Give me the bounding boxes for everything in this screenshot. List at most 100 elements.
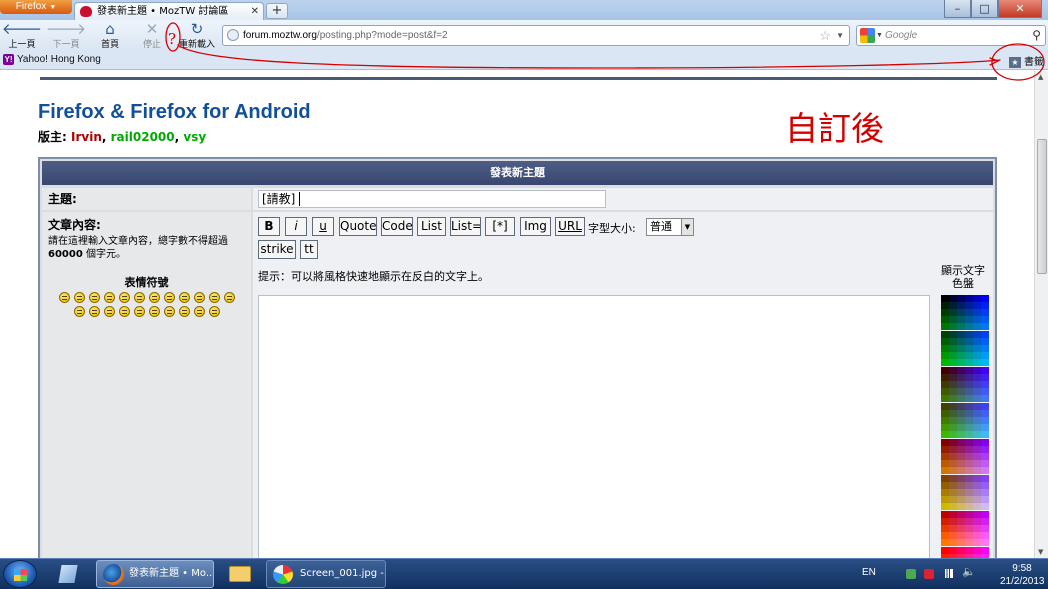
palette-swatch[interactable]: [957, 467, 965, 474]
palette-swatch[interactable]: [949, 439, 957, 446]
palette-swatch[interactable]: [973, 525, 981, 532]
palette-swatch[interactable]: [941, 424, 949, 431]
palette-swatch[interactable]: [981, 302, 989, 309]
palette-swatch[interactable]: [965, 403, 973, 410]
smiley-icon[interactable]: [119, 306, 130, 317]
palette-swatch[interactable]: [981, 323, 989, 330]
palette-swatch[interactable]: [973, 316, 981, 323]
palette-swatch[interactable]: [957, 295, 965, 302]
smiley-icon[interactable]: [74, 306, 85, 317]
palette-swatch[interactable]: [965, 439, 973, 446]
smiley-icon[interactable]: [194, 292, 205, 303]
palette-swatch[interactable]: [965, 381, 973, 388]
bookmark-star-icon[interactable]: ☆: [819, 26, 831, 45]
palette-swatch[interactable]: [981, 539, 989, 546]
palette-swatch[interactable]: [981, 511, 989, 518]
palette-swatch[interactable]: [973, 446, 981, 453]
palette-swatch[interactable]: [949, 323, 957, 330]
palette-swatch[interactable]: [941, 381, 949, 388]
search-icon[interactable]: ⚲: [1032, 26, 1041, 45]
palette-swatch[interactable]: [941, 467, 949, 474]
palette-swatch[interactable]: [949, 424, 957, 431]
url-button[interactable]: URL: [555, 217, 585, 236]
palette-swatch[interactable]: [965, 489, 973, 496]
palette-swatch[interactable]: [965, 395, 973, 402]
palette-swatch[interactable]: [965, 446, 973, 453]
smiley-icon[interactable]: [134, 306, 145, 317]
palette-swatch[interactable]: [941, 518, 949, 525]
forward-button[interactable]: 🡒 下一頁: [44, 21, 88, 50]
palette-swatch[interactable]: [965, 367, 973, 374]
palette-swatch[interactable]: [957, 475, 965, 482]
palette-swatch[interactable]: [965, 374, 973, 381]
palette-swatch[interactable]: [957, 511, 965, 518]
palette-swatch[interactable]: [981, 446, 989, 453]
palette-swatch[interactable]: [957, 547, 965, 554]
palette-swatch[interactable]: [949, 475, 957, 482]
search-engine-dropdown-icon[interactable]: ▼: [876, 26, 883, 45]
language-indicator[interactable]: EN: [862, 567, 876, 578]
palette-swatch[interactable]: [949, 345, 957, 352]
bookmark-yahoo-hong-kong[interactable]: Y! Yahoo! Hong Kong: [3, 54, 101, 65]
code-button[interactable]: Code: [381, 217, 413, 236]
palette-swatch[interactable]: [973, 374, 981, 381]
palette-swatch[interactable]: [949, 302, 957, 309]
palette-swatch[interactable]: [981, 295, 989, 302]
palette-swatch[interactable]: [965, 352, 973, 359]
palette-swatch[interactable]: [941, 496, 949, 503]
palette-swatch[interactable]: [981, 496, 989, 503]
underline-button[interactable]: u: [312, 217, 334, 236]
palette-swatch[interactable]: [957, 424, 965, 431]
network-signal-icon[interactable]: [943, 569, 953, 578]
palette-swatch[interactable]: [941, 403, 949, 410]
palette-swatch[interactable]: [949, 403, 957, 410]
smiley-icon[interactable]: [224, 292, 235, 303]
palette-swatch[interactable]: [981, 359, 989, 366]
palette-swatch[interactable]: [949, 525, 957, 532]
palette-swatch[interactable]: [973, 475, 981, 482]
palette-swatch[interactable]: [981, 482, 989, 489]
palette-swatch[interactable]: [941, 417, 949, 424]
palette-swatch[interactable]: [973, 547, 981, 554]
palette-swatch[interactable]: [973, 345, 981, 352]
palette-swatch[interactable]: [965, 410, 973, 417]
palette-swatch[interactable]: [941, 410, 949, 417]
palette-swatch[interactable]: [981, 525, 989, 532]
ordered-list-button[interactable]: List=: [450, 217, 481, 236]
smiley-icon[interactable]: [164, 292, 175, 303]
smiley-icon[interactable]: [119, 292, 130, 303]
palette-swatch[interactable]: [981, 460, 989, 467]
palette-swatch[interactable]: [973, 388, 981, 395]
palette-swatch[interactable]: [981, 453, 989, 460]
palette-swatch[interactable]: [965, 417, 973, 424]
palette-swatch[interactable]: [957, 446, 965, 453]
palette-swatch[interactable]: [973, 338, 981, 345]
list-item-button[interactable]: [*]: [485, 217, 515, 236]
palette-swatch[interactable]: [973, 417, 981, 424]
palette-swatch[interactable]: [965, 482, 973, 489]
url-history-dropdown-icon[interactable]: ▼: [836, 26, 844, 45]
palette-swatch[interactable]: [957, 453, 965, 460]
palette-swatch[interactable]: [973, 511, 981, 518]
palette-swatch[interactable]: [949, 359, 957, 366]
taskbar-paint[interactable]: Screen_001.jpg -...: [266, 560, 386, 588]
palette-swatch[interactable]: [965, 453, 973, 460]
palette-swatch[interactable]: [981, 352, 989, 359]
search-bar[interactable]: ▼ Google ⚲: [856, 25, 1046, 46]
palette-swatch[interactable]: [973, 518, 981, 525]
list-button[interactable]: List: [417, 217, 446, 236]
palette-swatch[interactable]: [957, 460, 965, 467]
palette-swatch[interactable]: [973, 381, 981, 388]
palette-swatch[interactable]: [981, 417, 989, 424]
palette-swatch[interactable]: [973, 410, 981, 417]
back-button[interactable]: 🡐 上一頁: [0, 21, 44, 50]
palette-swatch[interactable]: [949, 374, 957, 381]
palette-swatch[interactable]: [941, 511, 949, 518]
palette-swatch[interactable]: [965, 295, 973, 302]
tab-active[interactable]: 發表新主題 • MozTW 討論區 ✕: [74, 2, 264, 20]
palette-swatch[interactable]: [957, 503, 965, 510]
palette-swatch[interactable]: [981, 395, 989, 402]
palette-swatch[interactable]: [973, 302, 981, 309]
palette-swatch[interactable]: [965, 359, 973, 366]
palette-swatch[interactable]: [973, 496, 981, 503]
